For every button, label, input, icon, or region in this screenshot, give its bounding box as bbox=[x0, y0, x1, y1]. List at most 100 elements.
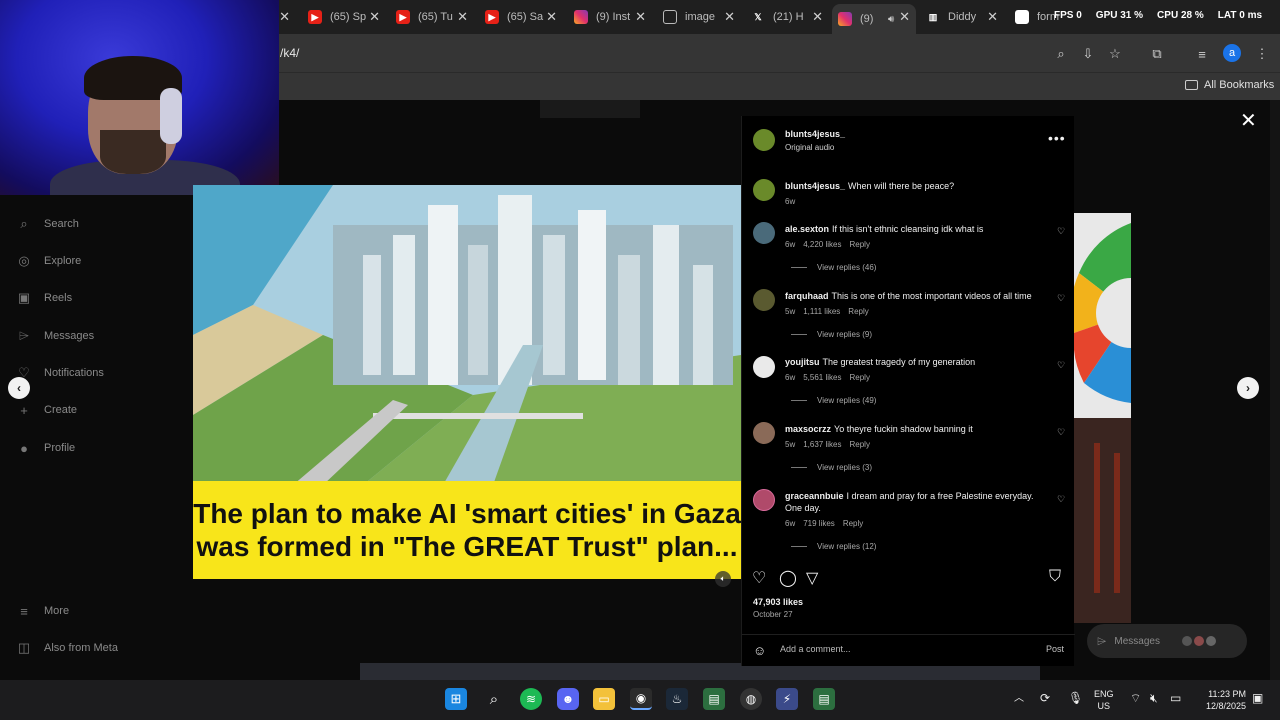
chevron-up-icon[interactable]: ︿ bbox=[1014, 693, 1024, 705]
close-icon[interactable]: ✕ bbox=[899, 9, 910, 25]
close-icon[interactable]: ✕ bbox=[369, 9, 380, 25]
reply-button[interactable]: Reply bbox=[843, 519, 863, 528]
comment-username[interactable]: graceannbuie bbox=[785, 491, 844, 501]
like-comment-icon[interactable]: ♡ bbox=[1057, 360, 1065, 371]
avatar[interactable] bbox=[753, 489, 775, 511]
save-bookmark-icon[interactable]: ⛉ bbox=[1049, 568, 1061, 586]
battery-icon[interactable]: ▭ bbox=[1170, 692, 1181, 704]
sidebar-item-also-from-meta[interactable]: ◫ Also from Meta bbox=[16, 640, 118, 656]
close-icon[interactable]: ✕ bbox=[457, 9, 468, 25]
profile-avatar[interactable]: a bbox=[1223, 44, 1241, 62]
tab-youtube-2[interactable]: ▶ (65) Tu ✕ bbox=[390, 4, 474, 30]
comment-username[interactable]: farquhaad bbox=[785, 291, 829, 301]
volume-muted-icon[interactable]: 🔇︎ bbox=[1150, 692, 1158, 704]
close-icon[interactable]: ✕ bbox=[635, 9, 646, 25]
comment-username[interactable]: youjitsu bbox=[785, 357, 820, 367]
like-comment-icon[interactable]: ♡ bbox=[1057, 293, 1065, 304]
reply-button[interactable]: Reply bbox=[849, 373, 869, 382]
discord-icon[interactable]: ☻ bbox=[557, 688, 579, 710]
app-icon[interactable]: ⚡︎ bbox=[776, 688, 798, 710]
zoom-icon[interactable]: ⌕ bbox=[1051, 44, 1071, 64]
file-explorer-icon[interactable]: ▭ bbox=[593, 688, 615, 710]
tab-youtube-1[interactable]: ▶ (65) Sp ✕ bbox=[302, 4, 386, 30]
sidebar-item-create[interactable]: + Create bbox=[16, 402, 77, 418]
comment-username[interactable]: ale.sexton bbox=[785, 224, 829, 234]
post-video[interactable]: The plan to make AI 'smart cities' in Ga… bbox=[193, 185, 741, 596]
reply-button[interactable]: Reply bbox=[848, 307, 868, 316]
likes-count[interactable]: 47,903 likes bbox=[753, 597, 803, 607]
windows-start-icon[interactable]: ⊞ bbox=[445, 688, 467, 710]
comment-likes[interactable]: 1,637 likes bbox=[803, 440, 841, 449]
sidebar-item-notifications[interactable]: ♡ Notifications bbox=[16, 365, 104, 381]
like-comment-icon[interactable]: ♡ bbox=[1057, 427, 1065, 438]
comment-bubble-icon[interactable]: ◯ bbox=[779, 568, 797, 588]
post-author-username[interactable]: blunts4jesus_ bbox=[785, 129, 845, 139]
tab-instagram-active[interactable]: (9) 🔊︎ ✕ bbox=[832, 4, 916, 34]
wifi-icon[interactable]: ⌔ bbox=[1130, 692, 1141, 704]
bookmark-star-icon[interactable]: ☆ bbox=[1105, 44, 1125, 64]
steam-icon[interactable]: ♨ bbox=[666, 688, 688, 710]
page-scrollbar[interactable] bbox=[1270, 100, 1280, 680]
close-icon[interactable]: ✕ bbox=[987, 9, 998, 25]
sidebar-item-reels[interactable]: ▣ Reels bbox=[16, 290, 72, 306]
emoji-icon[interactable]: ☺ bbox=[753, 643, 766, 658]
previous-post-arrow-icon[interactable]: ‹ bbox=[8, 377, 30, 399]
messages-floating-button[interactable]: ⌲ Messages bbox=[1087, 624, 1247, 658]
obs-icon[interactable]: ◍ bbox=[740, 688, 762, 710]
avatar[interactable] bbox=[753, 356, 775, 378]
avatar[interactable] bbox=[753, 129, 775, 151]
notification-bell-icon[interactable]: ▣ bbox=[1252, 692, 1263, 704]
reply-button[interactable]: Reply bbox=[849, 440, 869, 449]
close-icon[interactable]: ✕ bbox=[724, 9, 735, 25]
sidebar-item-profile[interactable]: ● Profile bbox=[16, 440, 75, 456]
like-comment-icon[interactable]: ♡ bbox=[1057, 494, 1065, 505]
app-icon[interactable]: ▤ bbox=[813, 688, 835, 710]
tab-youtube-3[interactable]: ▶ (65) Sa ✕ bbox=[479, 4, 563, 30]
chrome-icon[interactable]: ◉ bbox=[630, 688, 652, 710]
avatar[interactable] bbox=[753, 179, 775, 201]
kebab-menu-icon[interactable]: ⋮ bbox=[1252, 44, 1272, 64]
comment-likes[interactable]: 4,220 likes bbox=[803, 240, 841, 249]
language-indicator[interactable]: ENG US bbox=[1094, 688, 1114, 712]
view-replies-button[interactable]: View replies (46) bbox=[791, 263, 876, 272]
sync-icon[interactable]: ⟳ bbox=[1040, 692, 1050, 704]
close-modal-icon[interactable]: ✕ bbox=[1240, 108, 1257, 133]
extensions-icon[interactable]: ⧉ bbox=[1147, 44, 1167, 64]
view-replies-button[interactable]: View replies (3) bbox=[791, 463, 872, 472]
next-post-arrow-icon[interactable]: › bbox=[1237, 377, 1259, 399]
tab-image[interactable]: image ✕ bbox=[657, 4, 741, 30]
audio-label[interactable]: Original audio bbox=[785, 143, 834, 152]
comment-input[interactable] bbox=[780, 644, 1020, 654]
close-icon[interactable]: ✕ bbox=[546, 9, 557, 25]
comment-username[interactable]: maxsocrzz bbox=[785, 424, 831, 434]
share-send-icon[interactable]: ▽ bbox=[806, 568, 818, 588]
sidebar-item-search[interactable]: ⌕ Search bbox=[16, 216, 79, 232]
next-post-peek[interactable] bbox=[1074, 213, 1131, 623]
all-bookmarks-button[interactable]: All Bookmarks bbox=[1185, 79, 1274, 91]
close-icon[interactable]: ✕ bbox=[812, 9, 823, 25]
close-icon[interactable]: ✕ bbox=[279, 9, 290, 25]
tab-x[interactable]: 𝕏 (21) H ✕ bbox=[745, 4, 829, 30]
sidebar-item-more[interactable]: ≡ More bbox=[16, 603, 69, 619]
microphone-icon[interactable]: 🎙︎ bbox=[1068, 692, 1083, 704]
avatar[interactable] bbox=[753, 222, 775, 244]
comment-likes[interactable]: 719 likes bbox=[803, 519, 835, 528]
speaker-icon[interactable]: 🔊︎ bbox=[888, 14, 894, 25]
clock[interactable]: 11:23 PM 12/8/2025 bbox=[1196, 688, 1246, 712]
spotify-icon[interactable]: ≋ bbox=[520, 688, 542, 710]
sidebar-item-explore[interactable]: ◎ Explore bbox=[16, 253, 81, 269]
like-comment-icon[interactable]: ♡ bbox=[1057, 226, 1065, 237]
tab-instagram-1[interactable]: (9) Inst ✕ bbox=[568, 4, 652, 30]
install-app-icon[interactable]: ⇩ bbox=[1078, 44, 1098, 64]
more-options-icon[interactable]: ••• bbox=[1048, 130, 1066, 146]
view-replies-button[interactable]: View replies (49) bbox=[791, 396, 876, 405]
search-icon[interactable]: ⌕ bbox=[483, 688, 505, 710]
sidebar-item-messages[interactable]: ⌲ Messages bbox=[16, 328, 94, 344]
post-comment-button[interactable]: Post bbox=[1046, 644, 1064, 654]
avatar[interactable] bbox=[753, 422, 775, 444]
view-replies-button[interactable]: View replies (9) bbox=[791, 330, 872, 339]
url-field[interactable]: /k4/ bbox=[280, 46, 299, 60]
app-icon[interactable]: ▤ bbox=[703, 688, 725, 710]
comment-likes[interactable]: 5,561 likes bbox=[803, 373, 841, 382]
tab-diddy[interactable]: ▥ Diddy ✕ bbox=[920, 4, 1004, 30]
